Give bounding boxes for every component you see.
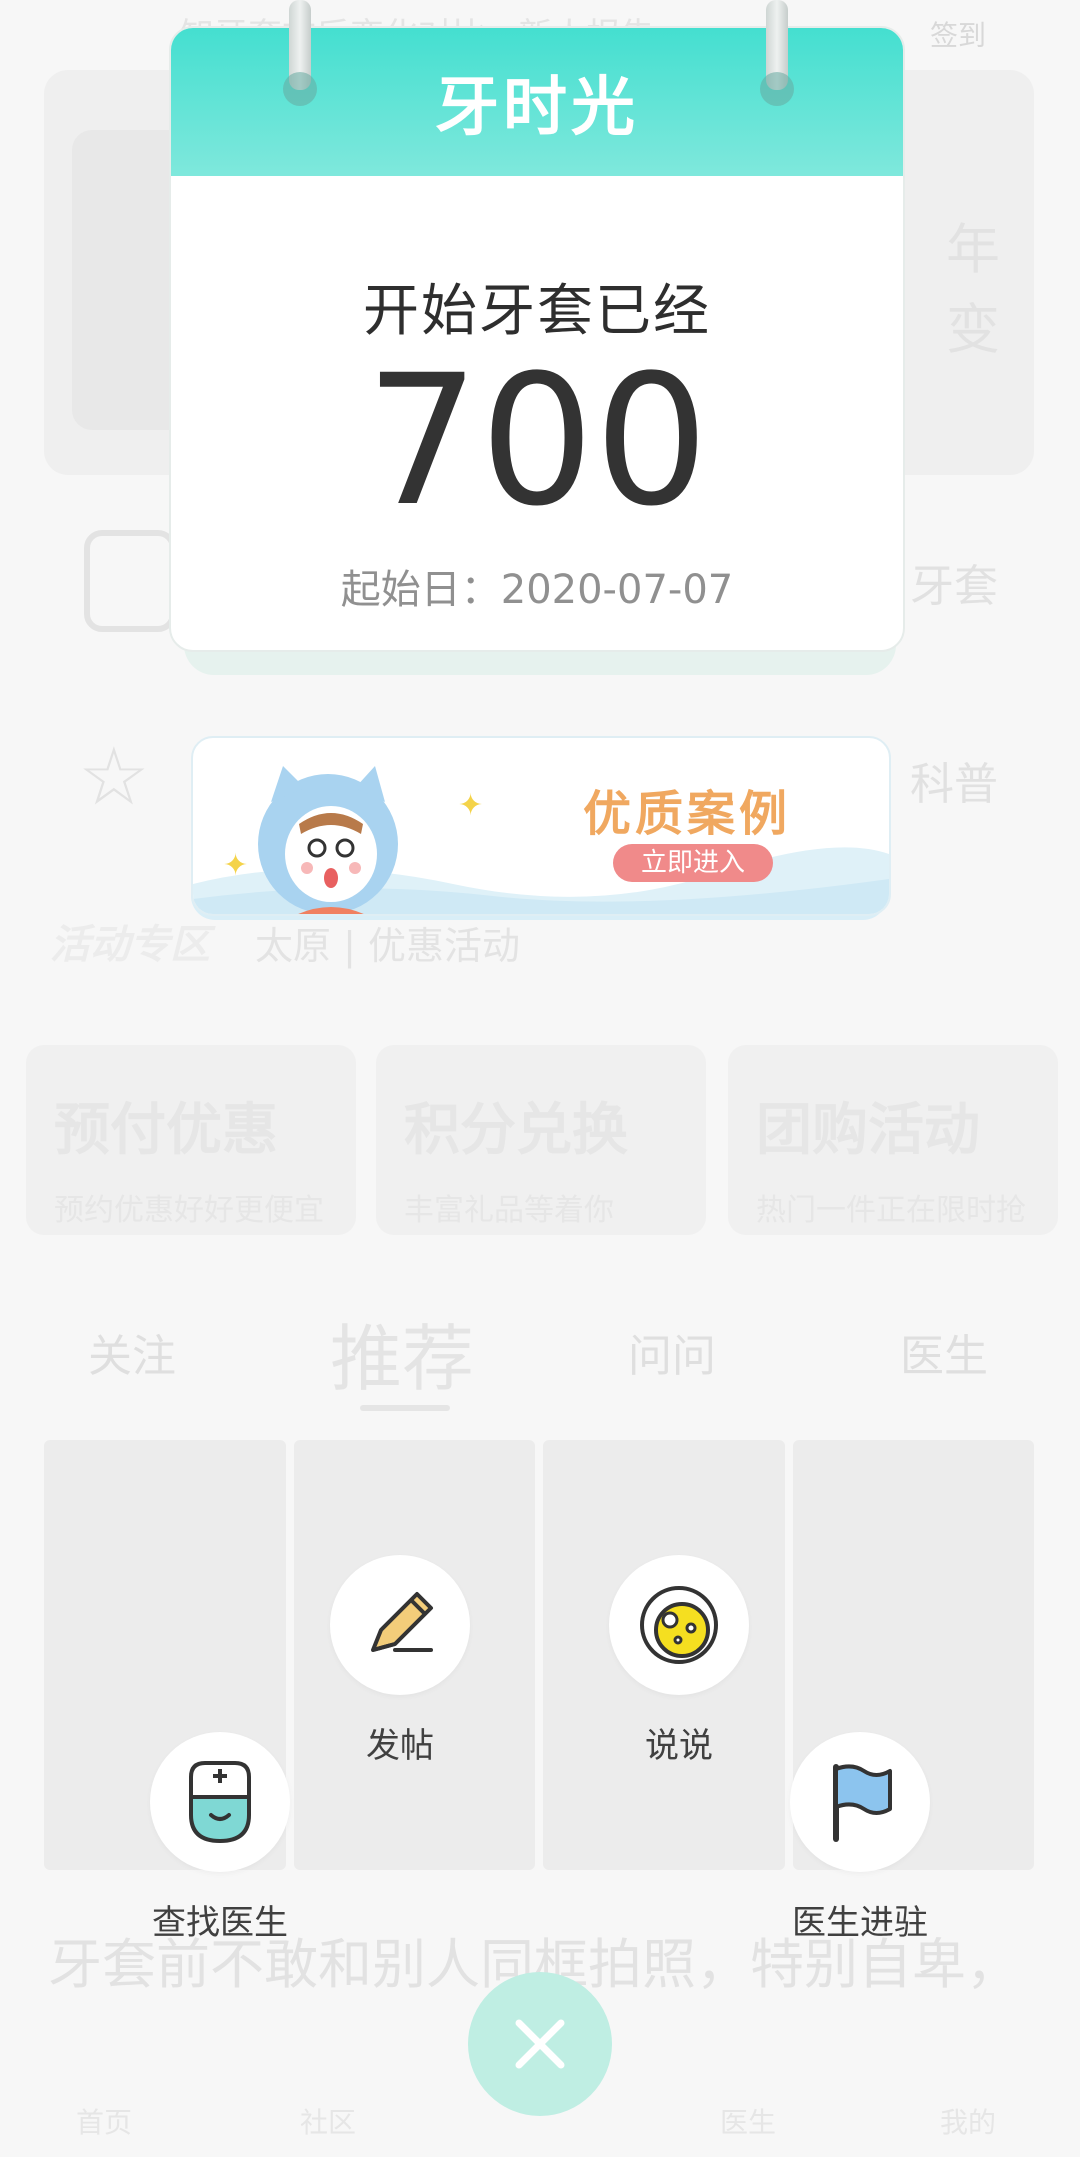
- tab-underline: [360, 1405, 450, 1411]
- sparkle-icon: ✦: [223, 848, 249, 883]
- calendar-title: 牙时光: [435, 71, 639, 145]
- talk-button[interactable]: [609, 1555, 749, 1695]
- banner-text: 年 变: [946, 218, 1000, 361]
- binder-hole-left: [283, 72, 317, 106]
- nav-community: 社区: [300, 2106, 357, 2139]
- find-doctor-button[interactable]: [150, 1732, 290, 1872]
- find-doctor-label: 查找医生: [152, 1903, 288, 1943]
- section-subtitle: 太原 | 优惠活动: [255, 924, 520, 968]
- doctor-grid-icon: [84, 530, 176, 632]
- section-title: 活动专区: [50, 922, 210, 968]
- post-button[interactable]: [330, 1555, 470, 1695]
- calendar-days: 700: [365, 337, 709, 546]
- nav-home: 首页: [76, 2106, 133, 2139]
- doctor-join-button[interactable]: [790, 1732, 930, 1872]
- nav-me: 我的: [940, 2106, 997, 2139]
- calendar-start-date: 起始日：2020-07-07: [340, 567, 734, 613]
- bubble-icon: [640, 1586, 718, 1664]
- grid-label-science: 科普: [910, 759, 998, 810]
- tab-doctor: 医生: [900, 1331, 988, 1382]
- promo-title: 预付优惠: [54, 1098, 278, 1163]
- tab-recommend: 推荐: [330, 1317, 475, 1401]
- enter-button[interactable]: 立即进入: [613, 844, 773, 882]
- sparkle-icon: ✦: [458, 788, 484, 823]
- promo-title: 团购活动: [756, 1098, 980, 1163]
- promo-title: 积分兑换: [404, 1098, 628, 1163]
- calendar-subtitle: 开始牙套已经: [363, 279, 711, 344]
- promo-sub: 丰富礼品等着你: [404, 1193, 614, 1228]
- doctor-icon: [189, 1761, 251, 1844]
- calendar-header: 牙时光: [171, 28, 903, 176]
- binder-hole-right: [760, 72, 794, 106]
- case-banner[interactable]: ✦ ✦ 优质案例 立即进入: [191, 736, 891, 916]
- checkin-label: 签到: [930, 19, 987, 52]
- calendar-card[interactable]: 牙时光 开始牙套已经 700 起始日：2020-07-07: [169, 26, 905, 652]
- grid-label-braces: 牙套: [910, 561, 998, 612]
- promo-card: 团购活动 热门一件正在限时抢: [728, 1045, 1058, 1235]
- promo-card: 预付优惠 预约优惠好好更便宜: [26, 1045, 356, 1235]
- pencil-icon: [371, 1592, 433, 1652]
- close-icon: [515, 2019, 565, 2069]
- flag-icon: [833, 1764, 892, 1842]
- talk-label: 说说: [645, 1726, 713, 1766]
- tab-follow: 关注: [88, 1331, 176, 1382]
- close-button[interactable]: [468, 1972, 612, 2116]
- tab-ask: 问问: [628, 1331, 716, 1382]
- promo-sub: 热门一件正在限时抢: [756, 1193, 1026, 1228]
- doctor-join-label: 医生进驻: [792, 1903, 928, 1943]
- promo-sub: 预约优惠好好更便宜: [54, 1193, 324, 1228]
- mascot-icon: [258, 766, 398, 914]
- post-label: 发帖: [366, 1726, 434, 1766]
- case-title: 优质案例: [583, 786, 792, 842]
- star-icon: ☆: [78, 730, 150, 823]
- nav-doctor: 医生: [720, 2106, 777, 2139]
- promo-card: 积分兑换 丰富礼品等着你: [376, 1045, 706, 1235]
